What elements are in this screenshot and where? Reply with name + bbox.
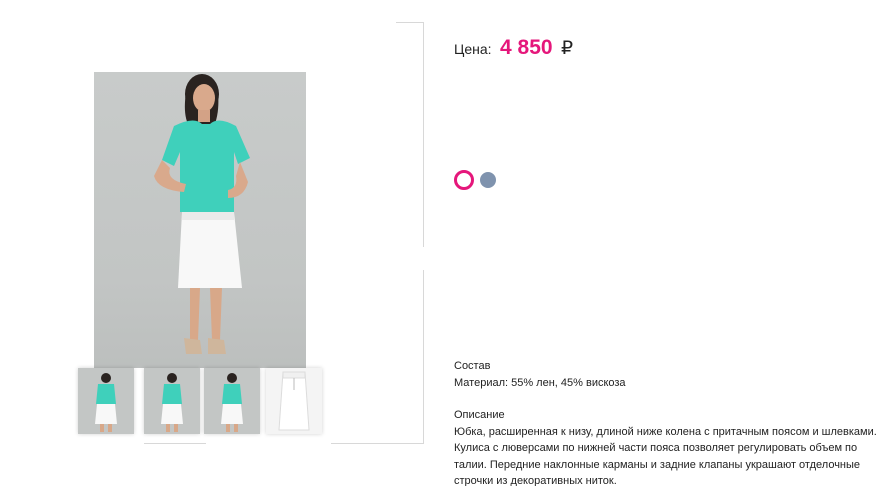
price-value: 4 850 [500,36,553,59]
description-text: Юбка, расширенная к низу, длиной ниже ко… [454,425,877,486]
composition-material: Материал: 55% лен, 45% вискоза [454,376,626,389]
thumbnail-model-image [221,373,243,432]
thumbnail-4[interactable] [266,368,322,434]
thumbnail-strip [78,368,324,434]
price-label: Цена: [454,41,492,57]
main-product-image[interactable] [94,72,306,368]
gallery-frame-line [423,270,424,444]
thumbnail-model-image [161,373,183,432]
model-illustration [154,74,250,354]
price-row: Цена: 4 850 ₽ [454,36,573,60]
color-swatch-blue-gray[interactable] [480,172,496,188]
gallery-frame-line [396,22,424,23]
thumbnail-model-image [95,373,117,432]
product-info: Состав Материал: 55% лен, 45% вискоза Оп… [454,358,884,486]
thumbnail-3[interactable] [204,368,260,434]
thumbnail-1[interactable] [78,368,134,434]
thumbnail-2[interactable] [144,368,200,434]
gallery-frame-line [144,443,206,444]
gallery-frame-line [331,443,424,444]
color-swatch-selected[interactable] [454,170,474,190]
thumbnail-skirt-image [278,371,310,431]
composition-title: Состав [454,360,491,372]
description-title: Описание [454,409,505,421]
gallery-frame-line [423,22,424,247]
ruble-icon: ₽ [561,38,574,59]
